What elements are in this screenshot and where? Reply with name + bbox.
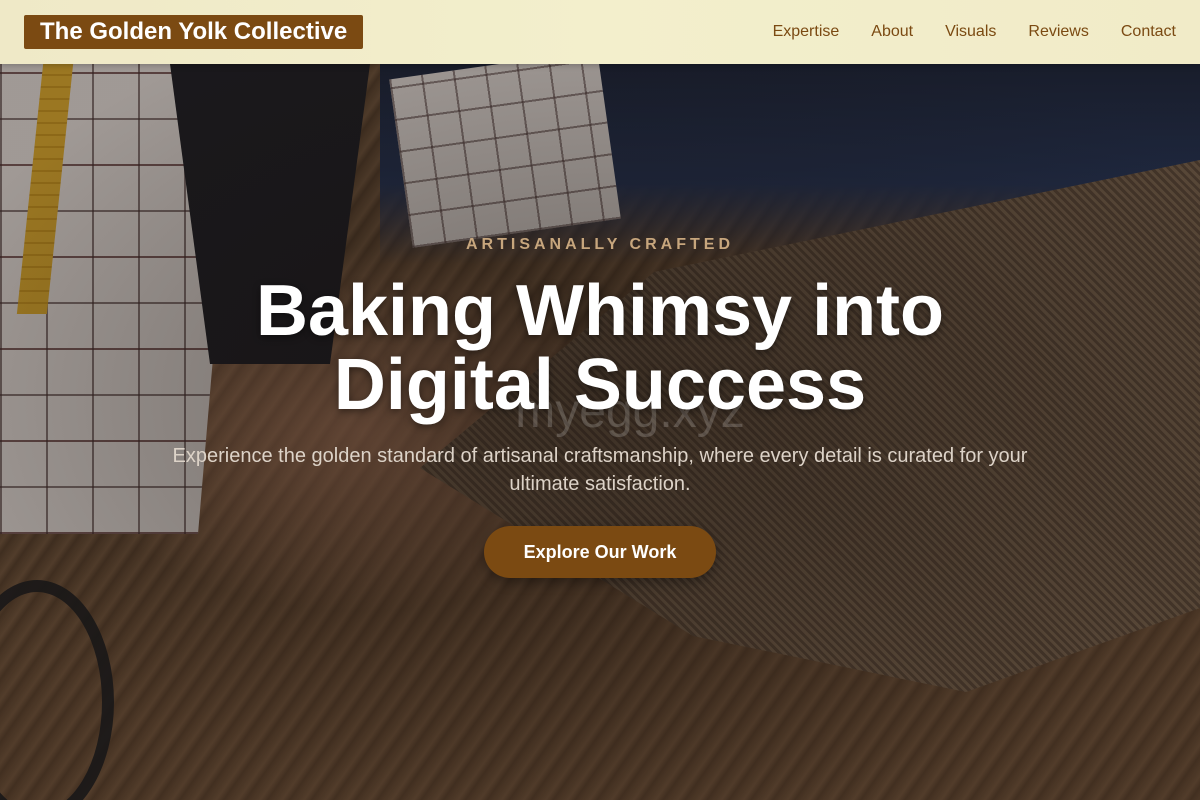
nav-link-contact[interactable]: Contact <box>1121 23 1176 41</box>
page: The Golden Yolk Collective Expertise Abo… <box>0 0 1200 800</box>
explore-work-button[interactable]: Explore Our Work <box>484 526 716 578</box>
hero-section: ARTISANALLY CRAFTED myegg.xyz Baking Whi… <box>0 0 1200 800</box>
hero-eyebrow: ARTISANALLY CRAFTED <box>465 236 734 253</box>
site-header: The Golden Yolk Collective Expertise Abo… <box>0 0 1200 64</box>
main-nav: Expertise About Visuals Reviews Contact <box>773 23 1176 41</box>
site-logo[interactable]: The Golden Yolk Collective <box>24 15 364 49</box>
nav-link-about[interactable]: About <box>871 23 913 41</box>
nav-link-expertise[interactable]: Expertise <box>773 23 840 41</box>
nav-link-visuals[interactable]: Visuals <box>945 23 996 41</box>
hero-headline: Baking Whimsy into Digital Success <box>255 271 945 425</box>
hero-subtext: Experience the golden standard of artisa… <box>172 445 1028 495</box>
nav-link-reviews[interactable]: Reviews <box>1028 23 1088 41</box>
